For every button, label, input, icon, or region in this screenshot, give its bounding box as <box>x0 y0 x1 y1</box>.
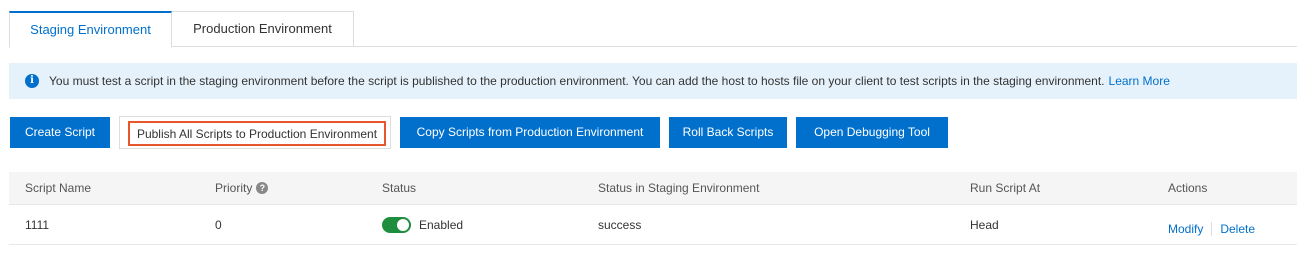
table-row: 1111 0 Enabled success Head Modify Delet… <box>9 205 1297 245</box>
environment-tabs: Production Environment Staging Environme… <box>9 11 1297 48</box>
cell-staging-status: success <box>598 217 642 232</box>
action-divider <box>1211 221 1213 236</box>
header-script-name: Script Name <box>25 181 92 195</box>
cell-status: Enabled <box>382 205 463 244</box>
copy-scripts-button[interactable]: Copy Scripts from Production Environment <box>400 117 660 148</box>
publish-button-container: Publish All Scripts to Production Enviro… <box>119 116 391 149</box>
publish-all-scripts-button[interactable]: Publish All Scripts to Production Enviro… <box>128 121 386 146</box>
header-actions: Actions <box>1168 181 1208 195</box>
header-priority: Priority ? <box>215 172 269 204</box>
status-label: Enabled <box>419 217 464 232</box>
header-status: Status <box>382 181 417 195</box>
tab-staging-environment[interactable]: Staging Environment <box>9 11 172 48</box>
header-staging-status: Status in Staging Environment <box>598 181 760 195</box>
cell-actions: Modify Delete <box>1168 209 1255 248</box>
delete-link[interactable]: Delete <box>1220 222 1255 236</box>
cell-run-script-at: Head <box>970 217 999 232</box>
learn-more-link[interactable]: Learn More <box>1109 74 1170 88</box>
header-priority-label: Priority <box>215 181 253 195</box>
info-notice: i You must test a script in the staging … <box>9 63 1297 99</box>
scripts-table: Script Name Priority ? Status Status in … <box>9 172 1297 245</box>
roll-back-scripts-button[interactable]: Roll Back Scripts <box>669 117 787 148</box>
header-run-script-at: Run Script At <box>970 181 1041 195</box>
help-icon[interactable]: ? <box>256 182 269 194</box>
cell-priority: 0 <box>215 217 222 232</box>
modify-link[interactable]: Modify <box>1168 222 1203 236</box>
open-debugging-tool-button[interactable]: Open Debugging Tool <box>796 117 948 148</box>
tab-production-environment[interactable]: Production Environment <box>171 11 354 47</box>
toggle-knob <box>397 218 409 231</box>
info-icon: i <box>25 74 39 88</box>
create-script-button[interactable]: Create Script <box>10 117 110 148</box>
status-toggle[interactable] <box>382 216 411 233</box>
cell-script-name: 1111 <box>25 217 50 232</box>
notice-text: You must test a script in the staging en… <box>49 74 1105 88</box>
table-header: Script Name Priority ? Status Status in … <box>9 172 1297 205</box>
